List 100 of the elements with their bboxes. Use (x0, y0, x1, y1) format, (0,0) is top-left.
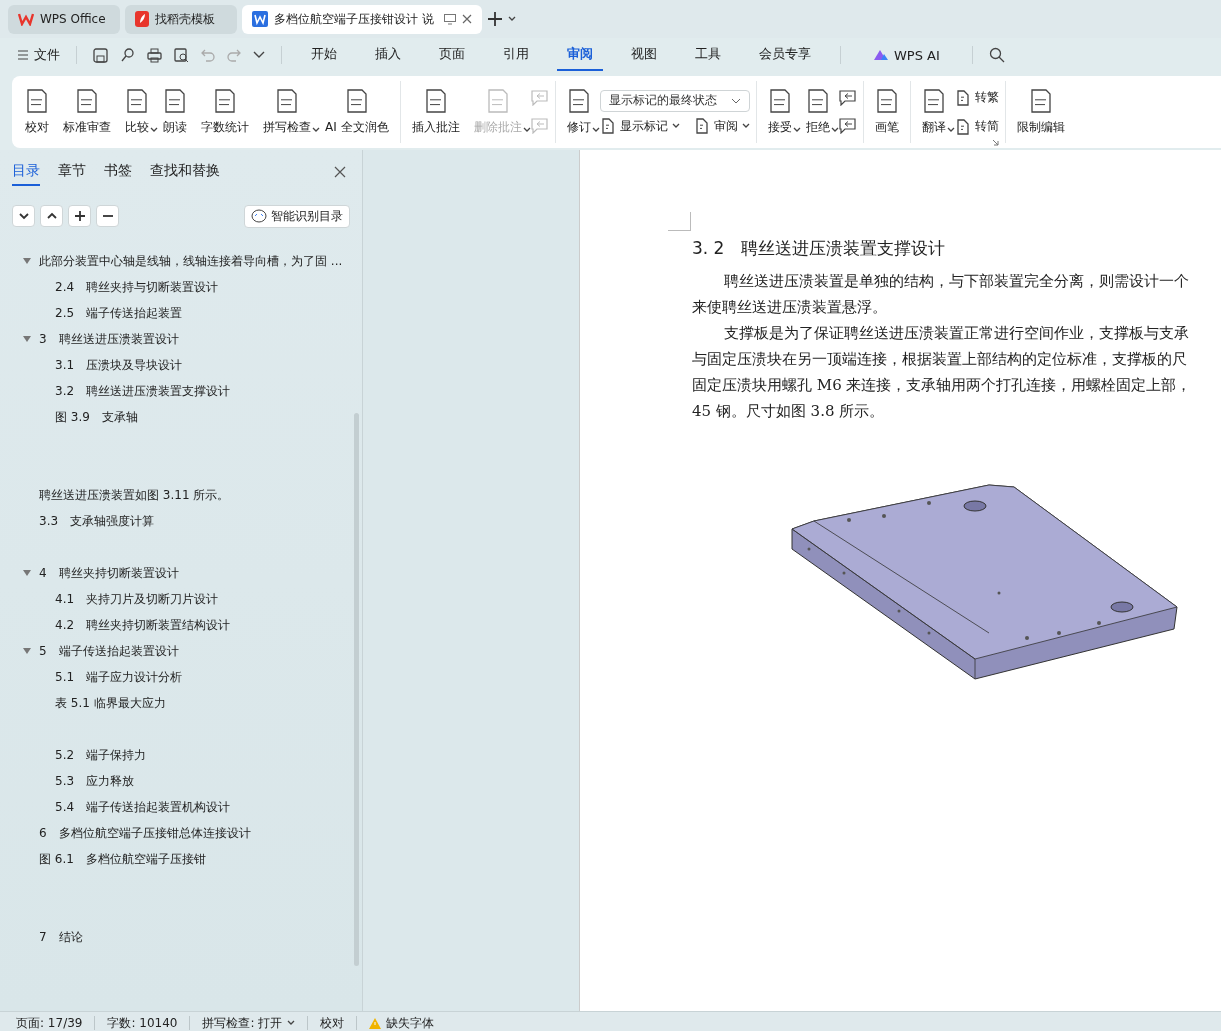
document-icon (874, 88, 899, 113)
status-item: 缺失字体 (369, 1014, 435, 1031)
toc-item[interactable]: 5 端子传送抬起装置设计 (39, 642, 179, 660)
toc-item[interactable]: 3.1 压溃块及导块设计 (55, 356, 183, 374)
browser-tab[interactable]: 找稻壳模板 (125, 4, 237, 34)
ribbon-button[interactable]: 转简 (954, 118, 999, 135)
save-icon[interactable] (93, 47, 108, 63)
menu-tab[interactable]: 引用 (493, 39, 539, 71)
toc-item[interactable]: 3.2 聘丝送进压溃装置支撑设计 (55, 382, 231, 400)
menu-tab[interactable]: 插入 (365, 39, 411, 71)
ribbon-button[interactable]: 翻译 (916, 80, 951, 144)
toc-item[interactable]: 4.2 聘丝夹持切断装置结构设计 (55, 616, 231, 634)
menu-tab[interactable]: 工具 (685, 39, 731, 71)
toc-item[interactable]: 6 多档位航空端子压接钳总体连接设计 (39, 824, 251, 842)
ribbon-button[interactable]: 限制编辑 (1011, 80, 1070, 144)
document-icon (163, 88, 187, 113)
body-text-line: 来使聘丝送进压溃装置悬浮。 (692, 297, 888, 318)
search-icon[interactable] (988, 47, 1005, 63)
minus-button[interactable] (96, 205, 119, 227)
toc-item[interactable]: 5.2 端子保持力 (55, 746, 147, 764)
ribbon-button[interactable]: 插入批注 (406, 80, 465, 144)
ribbon-button[interactable]: 转繁 (954, 89, 999, 106)
toc-item[interactable]: 3 聘丝送进压溃装置设计 (39, 330, 179, 348)
document-icon (25, 88, 49, 113)
small-document-icon (954, 118, 971, 135)
panel-tab[interactable]: 查找和替换 (150, 158, 220, 186)
toc-item[interactable]: 5.3 应力释放 (55, 772, 135, 790)
toc-item[interactable]: 聘丝送进压溃装置如图 3.11 所示。 (39, 486, 230, 504)
panel-tab[interactable]: 目录 (12, 158, 40, 186)
browser-tab[interactable]: WPS Office (8, 4, 120, 34)
ribbon-button[interactable]: 拼写检查 (258, 80, 316, 144)
toc-item[interactable]: 图 6.1 多档位航空端子压接钳 (39, 850, 206, 868)
body-text-line: 45 钢。尺寸如图 3.8 所示。 (692, 401, 886, 422)
plus-button[interactable] (68, 205, 91, 227)
menu-tab[interactable]: 视图 (621, 39, 667, 71)
collapse-up-button[interactable] (40, 205, 63, 227)
expand-down-button[interactable] (12, 205, 35, 227)
leaf-logo-icon (135, 11, 149, 27)
ribbon-button[interactable]: 审阅 (693, 117, 750, 135)
toc-item[interactable]: 4 聘丝夹持切断装置设计 (39, 564, 179, 582)
ribbon-button[interactable]: AI 全文润色 (320, 80, 394, 144)
close-icon[interactable] (462, 14, 472, 24)
document-icon (344, 88, 369, 113)
ribbon-button[interactable]: 接受 (762, 80, 797, 144)
markup-select[interactable]: 显示标记的最终状态 (599, 89, 750, 112)
ribbon-button[interactable]: 标准审查 (58, 80, 116, 144)
print-preview-icon[interactable] (174, 47, 189, 63)
body-text-line: 固定压溃块用螺孔 M6 来连接，支承轴用两个打孔连接，用螺栓固定上部， (692, 375, 1193, 396)
toc-item[interactable]: 2.5 端子传送抬起装置 (55, 304, 183, 322)
ribbon-button[interactable]: 显示标记 (599, 117, 680, 135)
file-menu-button[interactable]: 文件 (18, 46, 60, 64)
toc-item[interactable]: 4.1 夹持刀片及切断刀片设计 (55, 590, 219, 608)
browser-tab[interactable]: 多档位航空端子压接钳设计 说 (242, 4, 482, 34)
ribbon-button[interactable]: 拒绝 (800, 80, 835, 144)
plus-icon[interactable] (487, 11, 503, 27)
smart-toc-button[interactable]: 智能识别目录 (244, 204, 350, 228)
document-icon (75, 88, 99, 113)
document-icon (1028, 88, 1053, 113)
menu-tab[interactable]: 审阅 (557, 39, 603, 71)
toc-item[interactable]: 5.1 端子应力设计分析 (55, 668, 183, 686)
triangle-down-icon[interactable] (23, 258, 31, 264)
ai-button[interactable]: WPS AI (857, 47, 956, 63)
close-icon[interactable] (334, 166, 346, 178)
triangle-down-icon[interactable] (23, 570, 31, 576)
toc-item[interactable]: 7 结论 (39, 928, 83, 946)
margin-corner-mark (668, 212, 691, 231)
ribbon-button[interactable]: 字数统计 (196, 80, 254, 144)
launcher-icon[interactable] (991, 139, 999, 146)
chevron-down-icon (730, 97, 741, 104)
ribbon-button[interactable]: 画笔 (869, 80, 904, 144)
document-icon (275, 88, 299, 113)
toc-item[interactable]: 5.4 端子传送抬起装置机构设计 (55, 798, 231, 816)
menu-tab[interactable]: 开始 (301, 39, 347, 71)
small-document-icon (693, 118, 710, 134)
toc-item[interactable]: 3.3 支承轴强度计算 (39, 512, 155, 530)
menu-icon (18, 50, 28, 60)
ribbon-button[interactable]: 修订 (561, 80, 596, 144)
caret-icon (508, 16, 516, 22)
panel-tab[interactable]: 章节 (58, 158, 86, 186)
toc-item[interactable]: 此部分装置中心轴是线轴，线轴连接着导向槽，为了固 ... (39, 252, 343, 270)
menu-tab[interactable]: 会员专享 (749, 39, 821, 71)
toc-item[interactable]: 图 3.9 支承轴 (55, 408, 138, 426)
ribbon-button[interactable]: 校对 (20, 80, 54, 144)
triangle-down-icon[interactable] (23, 648, 31, 654)
toc-item[interactable]: 表 5.1 临界最大应力 (55, 694, 166, 712)
ribbon-button[interactable]: 比较 (120, 80, 154, 144)
document-icon (805, 88, 830, 113)
panel-tab[interactable]: 书签 (104, 158, 132, 186)
comment-arrow-icon[interactable] (838, 118, 857, 134)
triangle-down-icon[interactable] (23, 336, 31, 342)
toc-item[interactable]: 2.4 聘丝夹持与切断装置设计 (55, 278, 219, 296)
chevron-down-icon[interactable] (253, 51, 265, 59)
status-item: 字数: 10140 (107, 1014, 178, 1031)
small-document-icon (599, 118, 616, 134)
scrollbar-thumb[interactable] (354, 413, 359, 966)
ribbon-button[interactable]: 朗读 (158, 80, 192, 144)
comment-arrow-icon[interactable] (838, 90, 857, 106)
menu-tab[interactable]: 页面 (429, 39, 475, 71)
print-icon[interactable] (147, 47, 162, 63)
spell-check-dropdown[interactable]: 拼写检查: 打开 (202, 1014, 296, 1031)
